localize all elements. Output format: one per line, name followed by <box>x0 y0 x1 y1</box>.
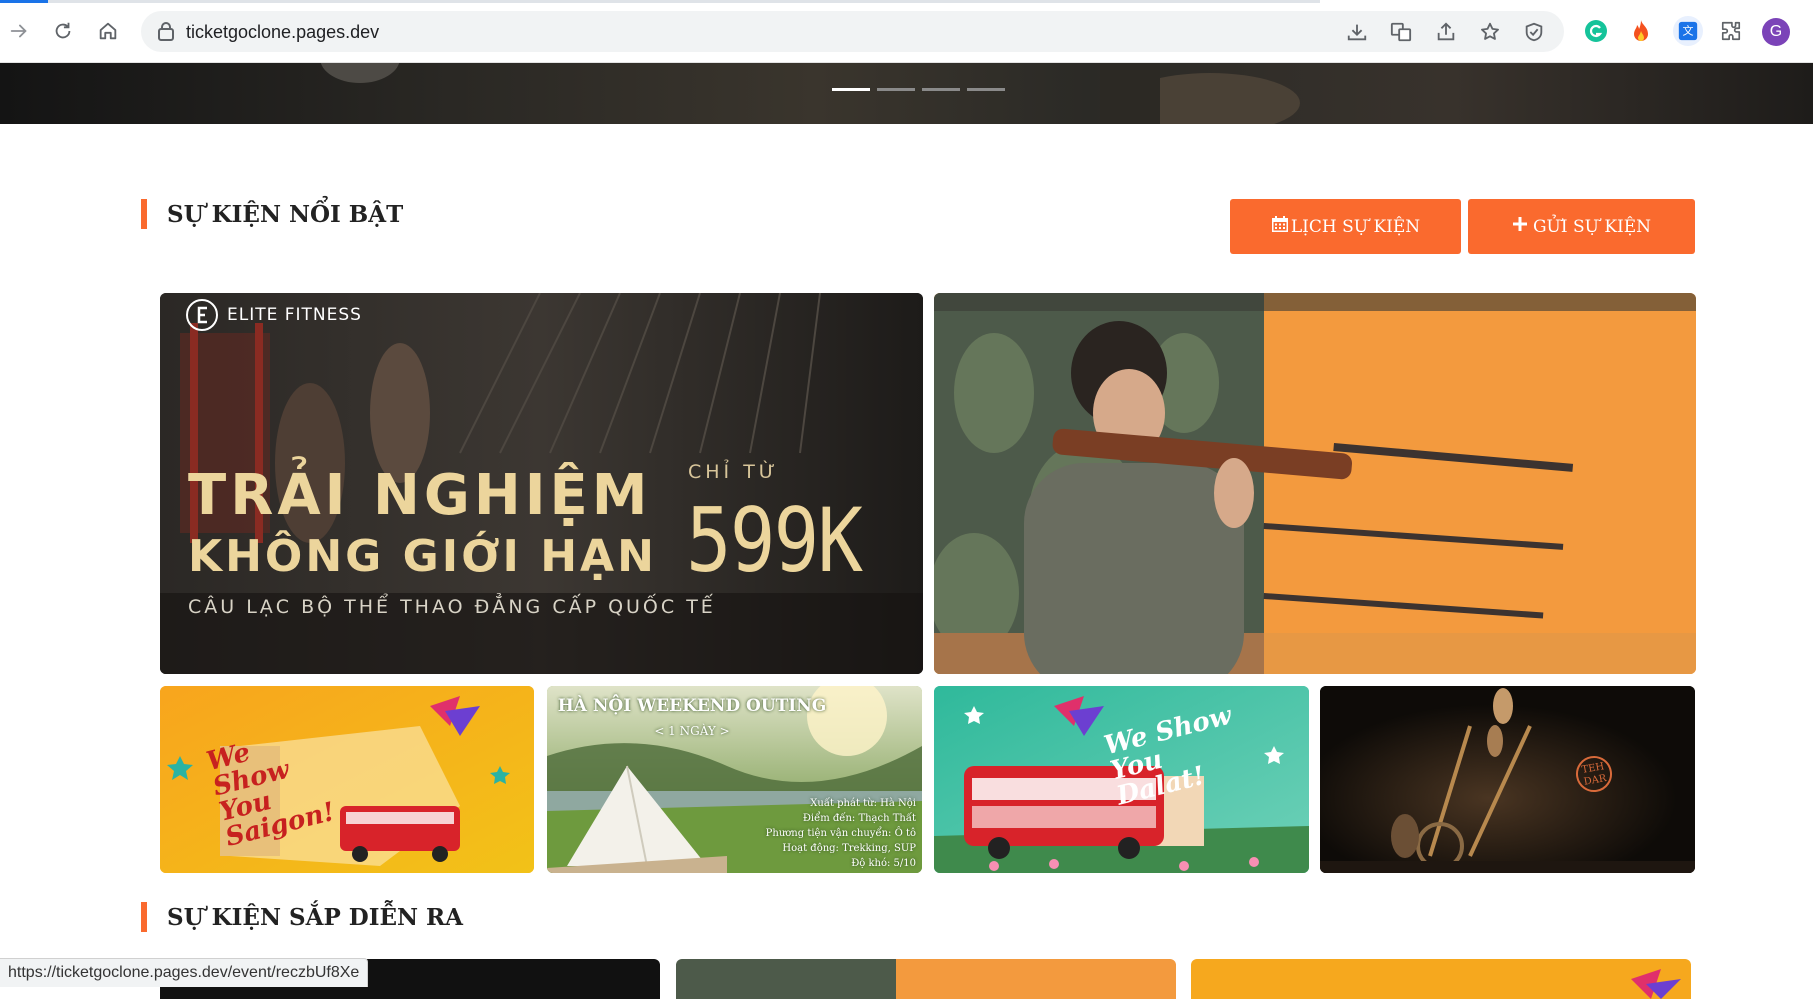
brand-label: ELITE FITNESS <box>227 305 362 325</box>
fire-extension-icon[interactable] <box>1628 18 1654 44</box>
slide-dot-1[interactable] <box>832 88 870 91</box>
shooting-banner-image <box>934 293 1696 674</box>
outing-details: Xuất phát từ: Hà Nội Điểm đến: Thạch Thấ… <box>766 796 916 871</box>
title-accent-bar <box>141 199 147 229</box>
event-card-saigon[interactable]: We Show You Saigon! <box>160 686 534 873</box>
calendar-button-label: LỊCH SỰ KIỆN <box>1290 216 1421 237</box>
bookmark-star-icon[interactable] <box>1478 20 1502 44</box>
home-icon[interactable] <box>93 16 123 46</box>
elite-fitness-brand: ELITE FITNESS <box>185 298 362 332</box>
event-card-teh-dar-show[interactable]: TEH DAR <box>1320 686 1695 873</box>
headline-line-2: KHÔNG GIỚI HẠN <box>188 531 657 582</box>
event-card-dalat[interactable]: We Show You Dalat! <box>934 686 1309 873</box>
install-app-icon[interactable] <box>1345 20 1369 44</box>
price-from-label: CHỈ TỪ <box>688 461 780 483</box>
outing-detail-line: Hoạt động: Trekking, SUP <box>782 843 916 854</box>
event-card-hanoi-outing[interactable]: HÀ NỘI WEEKEND OUTING < 1 NGÀY > Xuất ph… <box>547 686 922 873</box>
elite-fitness-logo-icon <box>186 299 218 331</box>
page-load-progress <box>0 0 1320 3</box>
calendar-icon <box>1271 215 1291 238</box>
forward-icon[interactable] <box>4 16 34 46</box>
event-card-elite-fitness[interactable]: ELITE FITNESS TRẢI NGHIỆM KHÔNG GIỚI HẠN… <box>160 293 923 674</box>
show-banner-image <box>1320 686 1695 873</box>
slide-dot-2[interactable] <box>877 88 915 91</box>
upcoming-card-3-image <box>1191 959 1691 999</box>
price-value: 599K <box>686 489 863 592</box>
hero-banner[interactable] <box>0 63 1813 124</box>
title-accent-bar <box>141 902 147 932</box>
translate-extension-icon[interactable]: 文 <box>1673 16 1703 46</box>
featured-section-title: SỰ KIỆN NỔI BẬT <box>141 199 403 229</box>
submit-event-button[interactable]: GỬI SỰ KIỆN <box>1468 199 1695 254</box>
outing-detail-line: Độ khó: 5/10 <box>851 858 916 869</box>
outing-title: HÀ NỘI WEEKEND OUTING <box>557 696 827 716</box>
lock-icon[interactable] <box>157 21 175 46</box>
browser-toolbar: ticketgoclone.pages.dev 文 G <box>0 0 1813 63</box>
address-bar[interactable]: ticketgoclone.pages.dev <box>141 11 1564 52</box>
upcoming-title-text: SỰ KIỆN SẮP DIỄN RA <box>167 903 463 931</box>
reload-icon[interactable] <box>48 16 78 46</box>
submit-button-label: GỬI SỰ KIỆN <box>1532 216 1652 237</box>
outing-detail-line: Điểm đến: Thạch Thất <box>802 813 916 824</box>
extensions-puzzle-icon[interactable] <box>1718 18 1744 44</box>
headline-line-1: TRẢI NGHIỆM <box>188 463 652 528</box>
translate-icon[interactable] <box>1389 20 1413 44</box>
outing-detail-line: Xuất phát từ: Hà Nội <box>810 798 916 809</box>
event-card-shooting[interactable] <box>934 293 1696 674</box>
upcoming-event-card-2[interactable] <box>676 959 1176 999</box>
plus-icon <box>1512 216 1530 237</box>
upcoming-section-title: SỰ KIỆN SẮP DIỄN RA <box>141 902 463 932</box>
grammarly-extension-icon[interactable] <box>1583 18 1609 44</box>
share-icon[interactable] <box>1434 20 1458 44</box>
event-calendar-button[interactable]: LỊCH SỰ KIỆN <box>1230 199 1461 254</box>
outing-detail-line: Phương tiện vận chuyển: Ô tô <box>765 828 916 839</box>
profile-avatar[interactable]: G <box>1762 18 1790 46</box>
link-hover-status: https://ticketgoclone.pages.dev/event/re… <box>0 958 369 987</box>
upcoming-card-2-image <box>676 959 1176 999</box>
slide-dot-3[interactable] <box>922 88 960 91</box>
url-text[interactable]: ticketgoclone.pages.dev <box>186 22 379 43</box>
slide-dot-4[interactable] <box>967 88 1005 91</box>
outing-duration: < 1 NGÀY > <box>654 724 730 738</box>
featured-title-text: SỰ KIỆN NỔI BẬT <box>167 200 404 228</box>
svg-text:文: 文 <box>1683 24 1694 38</box>
fitness-tagline: CÂU LẠC BỘ THỂ THAO ĐẲNG CẤP QUỐC TẾ <box>188 596 716 618</box>
upcoming-event-card-3[interactable] <box>1191 959 1691 999</box>
shield-icon[interactable] <box>1522 20 1546 44</box>
